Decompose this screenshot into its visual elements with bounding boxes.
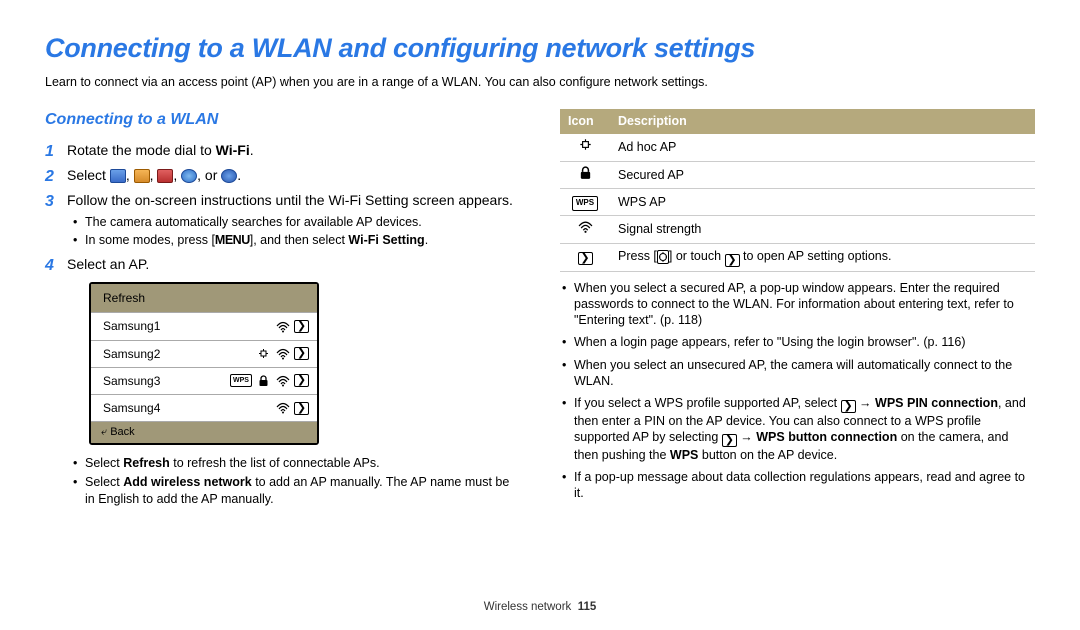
menu-label: MENU [215, 233, 250, 247]
chevron-right-icon: ❯ [841, 400, 856, 413]
mode-icon-2 [134, 169, 150, 183]
note-4: If you select a WPS profile supported AP… [560, 395, 1035, 463]
wps-icon: WPS [230, 374, 252, 387]
table-cell: Press [] or touch ❯ to open AP setting o… [610, 243, 1035, 271]
step-4-sub-2: Select Add wireless network to add an AP… [73, 474, 520, 508]
icon-description-table: Icon Description Ad hoc AP Secured AP WP… [560, 109, 1035, 271]
chevron-right-icon: ❯ [294, 402, 309, 415]
table-cell: WPS AP [610, 189, 1035, 216]
step-3-sub-2: In some modes, press [MENU], and then se… [73, 232, 520, 249]
chevron-right-icon: ❯ [722, 434, 737, 447]
mode-icon-1 [110, 169, 126, 183]
right-column: Icon Description Ad hoc AP Secured AP WP… [560, 109, 1035, 513]
note-2: When a login page appears, refer to "Usi… [560, 334, 1035, 350]
mode-icon-3 [157, 169, 173, 183]
note-3: When you select an unsecured AP, the cam… [560, 357, 1035, 390]
step-4: Select an AP. Refresh Samsung1 ❯ Samsung… [45, 255, 520, 507]
left-column: Connecting to a WLAN Rotate the mode dia… [45, 109, 520, 513]
ap-row: Samsung4 ❯ [91, 394, 317, 421]
signal-icon [275, 402, 290, 415]
step-3: Follow the on-screen instructions until … [45, 191, 520, 250]
table-header-icon: Icon [560, 109, 610, 134]
ap-list-screenshot: Refresh Samsung1 ❯ Samsung2 ❯ [89, 282, 319, 445]
wps-icon: WPS [572, 196, 598, 211]
chevron-right-icon: ❯ [294, 347, 309, 360]
table-cell: Ad hoc AP [610, 134, 1035, 161]
table-header-desc: Description [610, 109, 1035, 134]
adhoc-icon [256, 347, 271, 360]
signal-icon [275, 374, 290, 387]
ap-refresh-row: Refresh [91, 284, 317, 312]
chevron-right-icon: ❯ [725, 254, 740, 267]
note-5: If a pop-up message about data collectio… [560, 469, 1035, 502]
mode-icon-5 [221, 169, 237, 183]
mode-icon-4 [181, 169, 197, 183]
step-1: Rotate the mode dial to Wi-Fi. [45, 141, 520, 160]
lock-icon [578, 166, 593, 179]
table-cell: Signal strength [610, 216, 1035, 243]
page-footer: Wireless network 115 [0, 600, 1080, 616]
step-3-sub-1: The camera automatically searches for av… [73, 214, 520, 231]
note-1: When you select a secured AP, a pop-up w… [560, 280, 1035, 329]
signal-icon [275, 320, 290, 333]
chevron-right-icon: ❯ [578, 252, 593, 265]
ap-row: Samsung1 ❯ [91, 312, 317, 339]
ok-button-icon [657, 250, 669, 264]
wifi-label: Wi-Fi [216, 142, 250, 158]
page-title: Connecting to a WLAN and configuring net… [45, 30, 1035, 66]
chevron-right-icon: ❯ [294, 374, 309, 387]
signal-icon [578, 220, 593, 233]
lock-icon [256, 374, 271, 387]
ap-row: Samsung3 WPS ❯ [91, 367, 317, 394]
adhoc-icon [578, 138, 593, 151]
signal-icon [275, 347, 290, 360]
table-cell: Secured AP [610, 162, 1035, 189]
step-2: Select , , , , or . [45, 166, 520, 185]
intro-text: Learn to connect via an access point (AP… [45, 74, 1035, 91]
chevron-right-icon: ❯ [294, 320, 309, 333]
section-heading: Connecting to a WLAN [45, 109, 520, 131]
ap-row: Samsung2 ❯ [91, 340, 317, 367]
ap-back-row: ⤶ Back [91, 421, 317, 443]
step-4-sub-1: Select Refresh to refresh the list of co… [73, 455, 520, 472]
